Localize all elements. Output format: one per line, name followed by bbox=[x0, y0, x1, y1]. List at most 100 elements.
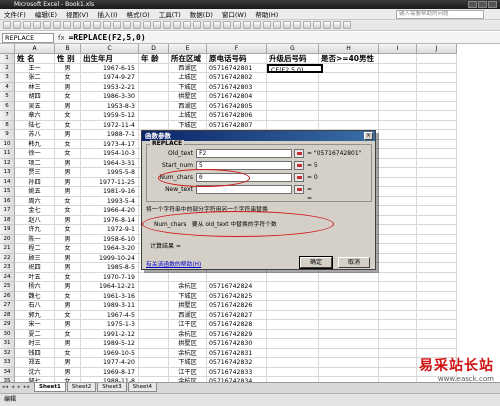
collapse-dialog-icon[interactable] bbox=[294, 149, 304, 158]
column-header-j[interactable]: J bbox=[417, 44, 457, 54]
grid-cell[interactable]: 江干区 bbox=[169, 367, 207, 377]
grid-cell[interactable] bbox=[319, 272, 379, 282]
grid-cell[interactable]: 赵八 bbox=[15, 215, 55, 225]
grid-cell[interactable] bbox=[379, 139, 417, 149]
row-header[interactable]: 4 bbox=[0, 82, 15, 92]
grid-cell[interactable]: 女 bbox=[55, 329, 81, 339]
row-header[interactable]: 33 bbox=[0, 358, 15, 368]
sort-desc-icon[interactable] bbox=[173, 21, 181, 29]
grid-cell[interactable]: 夏二 bbox=[15, 329, 55, 339]
grid-cell[interactable]: 时三 bbox=[15, 339, 55, 349]
row-header[interactable]: 18 bbox=[0, 215, 15, 225]
grid-cell[interactable]: 1989-5-12 bbox=[81, 339, 139, 349]
grid-cell[interactable]: 女 bbox=[55, 225, 81, 235]
row-header[interactable]: 5 bbox=[0, 92, 15, 102]
grid-cell[interactable] bbox=[417, 120, 457, 130]
sheet-tab-3[interactable]: Sheet3 bbox=[97, 383, 127, 392]
grid-cell[interactable]: 1967-4-5 bbox=[81, 310, 139, 320]
grid-cell[interactable] bbox=[417, 320, 457, 330]
grid-cell[interactable] bbox=[139, 310, 169, 320]
grid-cell[interactable]: 余杭区 bbox=[169, 282, 207, 292]
grid-cell[interactable] bbox=[139, 63, 169, 73]
grid-cell[interactable] bbox=[139, 367, 169, 377]
grid-cell[interactable] bbox=[319, 120, 379, 130]
column-header-d[interactable]: D bbox=[139, 44, 169, 54]
grid-cell[interactable]: 05716742801 bbox=[207, 63, 267, 73]
print-icon[interactable] bbox=[53, 21, 61, 29]
grid-cell[interactable] bbox=[139, 73, 169, 83]
close-window-button[interactable] bbox=[488, 1, 497, 8]
grid-cell[interactable]: 男 bbox=[55, 367, 81, 377]
grid-cell[interactable] bbox=[139, 82, 169, 92]
grid-cell[interactable] bbox=[417, 234, 457, 244]
grid-cell[interactable]: 1964-3-20 bbox=[81, 244, 139, 254]
grid-cell[interactable] bbox=[139, 120, 169, 130]
grid-cell[interactable]: 男 bbox=[55, 253, 81, 263]
grid-cell[interactable]: 1953-2-21 bbox=[81, 82, 139, 92]
grid-cell[interactable] bbox=[139, 92, 169, 102]
grid-cell[interactable]: 郭九 bbox=[15, 310, 55, 320]
grid-cell[interactable] bbox=[417, 310, 457, 320]
align-left-icon[interactable] bbox=[253, 21, 261, 29]
grid-cell[interactable] bbox=[267, 358, 319, 368]
grid-cell[interactable]: 男 bbox=[55, 301, 81, 311]
grid-cell[interactable]: 男 bbox=[55, 158, 81, 168]
grid-cell[interactable]: 男 bbox=[55, 358, 81, 368]
grid-cell[interactable]: 1970-7-19 bbox=[81, 272, 139, 282]
row-header[interactable]: 20 bbox=[0, 234, 15, 244]
grid-cell[interactable]: 张二 bbox=[15, 73, 55, 83]
grid-cell[interactable] bbox=[379, 320, 417, 330]
grid-cell[interactable] bbox=[319, 320, 379, 330]
grid-cell[interactable]: 05716742829 bbox=[207, 329, 267, 339]
grid-cell[interactable] bbox=[417, 168, 457, 178]
grid-cell[interactable]: 05716742828 bbox=[207, 320, 267, 330]
underline-icon[interactable] bbox=[243, 21, 251, 29]
grid-cell[interactable]: 吴五 bbox=[15, 101, 55, 111]
font-icon[interactable] bbox=[213, 21, 221, 29]
collapse-dialog-icon[interactable] bbox=[294, 173, 304, 182]
grid-cell[interactable] bbox=[319, 63, 379, 73]
grid-cell[interactable]: 男 bbox=[55, 177, 81, 187]
grid-cell[interactable]: 钱四 bbox=[15, 348, 55, 358]
grid-cell[interactable] bbox=[379, 149, 417, 159]
grid-cell[interactable]: 苏八 bbox=[15, 130, 55, 140]
grid-cell[interactable]: 女 bbox=[55, 291, 81, 301]
grid-cell[interactable]: 男 bbox=[55, 82, 81, 92]
align-right-icon[interactable] bbox=[273, 21, 281, 29]
row-header[interactable]: 23 bbox=[0, 263, 15, 273]
row-header[interactable]: 11 bbox=[0, 149, 15, 159]
menu-tools[interactable]: 工具(T) bbox=[159, 9, 181, 19]
grid-cell[interactable]: 顾三 bbox=[15, 253, 55, 263]
grid-cell[interactable]: 周六 bbox=[15, 196, 55, 206]
row-header[interactable]: 10 bbox=[0, 139, 15, 149]
grid-cell[interactable] bbox=[267, 339, 319, 349]
fill-color-icon[interactable] bbox=[333, 21, 341, 29]
grid-cell[interactable]: 1999-10-24 bbox=[81, 253, 139, 263]
grid-cell[interactable] bbox=[379, 282, 417, 292]
cut-icon[interactable] bbox=[83, 21, 91, 29]
grid-cell[interactable]: 女 bbox=[55, 120, 81, 130]
grid-cell[interactable] bbox=[319, 92, 379, 102]
sheet-tab-4[interactable]: Sheet4 bbox=[127, 383, 158, 392]
grid-cell[interactable]: 05716742826 bbox=[207, 301, 267, 311]
menu-insert[interactable]: 插入(I) bbox=[98, 9, 118, 19]
row-header[interactable]: 2 bbox=[0, 63, 15, 73]
grid-cell[interactable] bbox=[139, 272, 169, 282]
grid-cell[interactable] bbox=[139, 111, 169, 121]
grid-cell[interactable] bbox=[139, 339, 169, 349]
formula-input[interactable]: =REPLACE(F2,5,0) bbox=[69, 33, 146, 42]
grid-cell[interactable]: 拱墅区 bbox=[169, 301, 207, 311]
grid-cell[interactable] bbox=[379, 310, 417, 320]
grid-cell[interactable]: 西湖区 bbox=[169, 310, 207, 320]
column-header-h[interactable]: H bbox=[319, 44, 379, 54]
header-cell[interactable]: 原电话号码 bbox=[207, 54, 267, 64]
function-help-link[interactable]: 有关该函数的帮助(H) bbox=[146, 259, 201, 268]
grid-cell[interactable] bbox=[379, 177, 417, 187]
menu-window[interactable]: 窗口(W) bbox=[222, 9, 247, 19]
row-header[interactable]: 16 bbox=[0, 196, 15, 206]
row-header[interactable]: 19 bbox=[0, 225, 15, 235]
grid-cell[interactable]: 1988-7-1 bbox=[81, 130, 139, 140]
grid-cell[interactable]: 1953-8-3 bbox=[81, 101, 139, 111]
menu-data[interactable]: 数据(D) bbox=[190, 9, 213, 19]
zoom-icon[interactable] bbox=[203, 21, 211, 29]
